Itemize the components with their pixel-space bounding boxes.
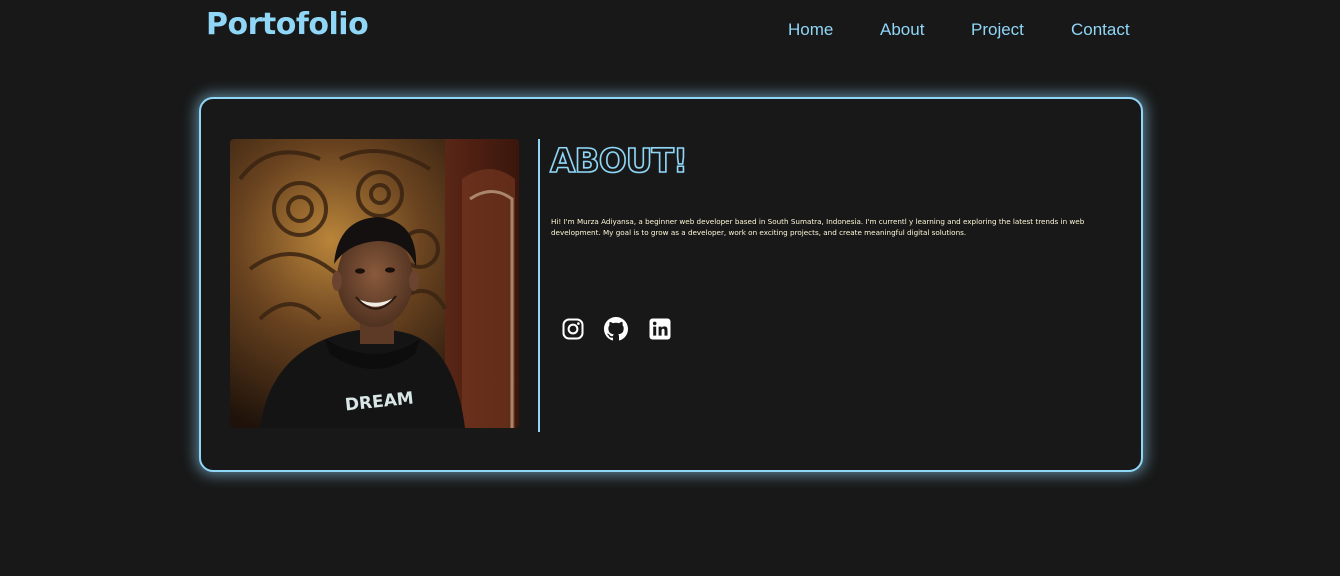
profile-photo-image: DREAM (230, 139, 519, 428)
nav-link-home[interactable]: Home (788, 20, 833, 40)
about-title: ABOUT! (549, 140, 689, 181)
navbar: Portofolio Home About Project Contact (0, 0, 1340, 60)
github-icon (604, 317, 628, 341)
instagram-icon (562, 318, 584, 340)
about-card: DREAM ABOUT! Hi! I'm Murza Adiyansa, a b… (199, 97, 1143, 472)
linkedin-link[interactable] (648, 317, 672, 341)
nav-link-about[interactable]: About (880, 20, 924, 40)
about-description: Hi! I'm Murza Adiyansa, a beginner web d… (551, 217, 1085, 237)
nav-link-project[interactable]: Project (971, 20, 1024, 40)
nav-links: Home About Project Contact (0, 20, 1340, 42)
nav-link-contact[interactable]: Contact (1071, 20, 1130, 40)
profile-photo: DREAM (230, 139, 519, 428)
github-link[interactable] (604, 317, 628, 341)
instagram-link[interactable] (561, 317, 585, 341)
social-links (561, 317, 691, 343)
vertical-divider (538, 139, 540, 432)
linkedin-icon (649, 318, 671, 340)
